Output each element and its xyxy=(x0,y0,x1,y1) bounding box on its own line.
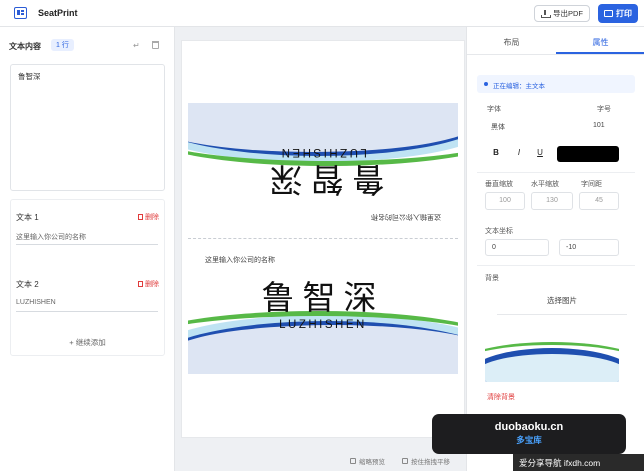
printer-icon xyxy=(604,10,613,17)
position-y-input[interactable]: -10 xyxy=(559,239,619,256)
card-name-text: 鲁智深 xyxy=(261,160,385,199)
letter-spacing-label: 字间距 xyxy=(581,181,602,188)
trash-icon xyxy=(138,281,143,287)
size-label: 字号 xyxy=(597,106,611,113)
text-color-picker[interactable] xyxy=(557,146,619,162)
app-logo-icon xyxy=(14,7,27,19)
wrap-icon[interactable]: ↵ xyxy=(133,41,140,50)
delete-label: 删除 xyxy=(145,281,159,288)
font-label: 字体 xyxy=(487,106,501,113)
font-size-input[interactable]: 101 xyxy=(593,118,623,134)
wave-shape xyxy=(188,103,458,152)
horizontal-scale-input[interactable]: 130 xyxy=(531,192,573,210)
vertical-scale-label: 垂直缩放 xyxy=(485,181,513,188)
card-pinyin-text: LUZHISHEN xyxy=(279,146,367,158)
letter-spacing-input[interactable]: 45 xyxy=(579,192,619,210)
divider xyxy=(477,172,635,173)
text-1-input[interactable]: 这里输入你公司的名称 xyxy=(16,229,158,245)
wave-shape xyxy=(485,342,619,382)
watermark-badge: duobaoku.cn 多宝库 xyxy=(432,414,626,454)
watermark-line2: 多宝库 xyxy=(516,435,542,445)
clear-background-button[interactable]: 清除背景 xyxy=(487,392,515,402)
row-count-badge: 1 行 xyxy=(51,39,74,51)
background-preview xyxy=(485,322,619,382)
app-title: SeatPrint xyxy=(38,8,78,18)
tab-properties[interactable]: 属性 xyxy=(556,37,644,48)
horizontal-scale-label: 水平缩放 xyxy=(531,181,559,188)
underline-button[interactable]: U xyxy=(533,148,547,160)
drag-icon xyxy=(402,458,408,464)
top-bar: SeatPrint 导出PDF 打印 xyxy=(0,0,644,27)
main-text-input[interactable]: 鲁智深 xyxy=(10,64,165,191)
trash-icon[interactable] xyxy=(152,41,159,49)
left-panel: 文本内容 1 行 ↵ 鲁智深 文本 1 删除 这里输入你公司的名称 文本 2 删… xyxy=(0,27,175,471)
right-panel: 布局 属性 正在编辑：主文本 字体 字号 黑体 101 B I U 垂直缩放 水… xyxy=(466,27,644,471)
text-item-label: 文本 1 xyxy=(16,213,39,222)
position-label: 文本坐标 xyxy=(485,228,513,235)
drag-hint-label: 按住拖拽平移 xyxy=(411,459,450,466)
tab-properties-label: 属性 xyxy=(592,38,609,47)
drag-hint: 按住拖拽平移 xyxy=(402,456,450,466)
card-company-text: 这里输入你公司的名称 xyxy=(371,213,441,220)
export-pdf-label: 导出PDF xyxy=(553,9,583,18)
choose-image-button[interactable]: 选择图片 xyxy=(497,295,627,315)
delete-label: 删除 xyxy=(145,214,159,221)
trash-icon xyxy=(138,214,143,220)
font-select[interactable]: 黑体 xyxy=(491,118,575,134)
card-name-text: 鲁智深 xyxy=(261,278,385,317)
fold-line xyxy=(188,238,458,239)
watermark-line1: duobaoku.cn xyxy=(494,421,564,433)
export-pdf-button[interactable]: 导出PDF xyxy=(534,5,590,22)
text-2-input[interactable]: LUZHISHEN xyxy=(16,296,158,312)
editing-indicator: 正在编辑：主文本 xyxy=(477,75,635,93)
card-back-half: 这里输入你公司的名称 鲁智深 LUZHISHEN xyxy=(188,103,458,238)
tab-layout-label: 布局 xyxy=(503,38,520,47)
position-x-input[interactable]: 0 xyxy=(485,239,549,256)
text-item-label: 文本 2 xyxy=(16,280,39,289)
card-pinyin-text: LUZHISHEN xyxy=(279,319,367,331)
divider xyxy=(477,265,635,266)
tab-divider xyxy=(467,54,644,55)
wave-shape xyxy=(188,325,458,374)
card-front-half: 这里输入你公司的名称 鲁智深 LUZHISHEN xyxy=(188,239,458,374)
bold-button[interactable]: B xyxy=(489,148,503,160)
download-icon xyxy=(541,9,551,18)
print-button[interactable]: 打印 xyxy=(598,4,638,23)
print-label: 打印 xyxy=(616,9,632,18)
tab-layout[interactable]: 布局 xyxy=(467,37,556,48)
background-label: 背景 xyxy=(485,275,499,282)
preview-hint: 缩略预览 xyxy=(350,456,385,466)
text-content-heading: 文本内容 xyxy=(9,42,41,51)
vertical-scale-input[interactable]: 100 xyxy=(485,192,525,210)
add-text-button[interactable]: + 继续添加 xyxy=(10,337,165,348)
delete-text-2-button[interactable]: 删除 xyxy=(138,279,159,289)
watermark-strip: 爱分享导航 ifxdh.com xyxy=(513,454,644,471)
card-company-text: 这里输入你公司的名称 xyxy=(205,257,275,264)
delete-text-1-button[interactable]: 删除 xyxy=(138,212,159,222)
preview-hint-label: 缩略预览 xyxy=(359,459,385,466)
preview-icon xyxy=(350,458,356,464)
italic-button[interactable]: I xyxy=(512,148,526,160)
